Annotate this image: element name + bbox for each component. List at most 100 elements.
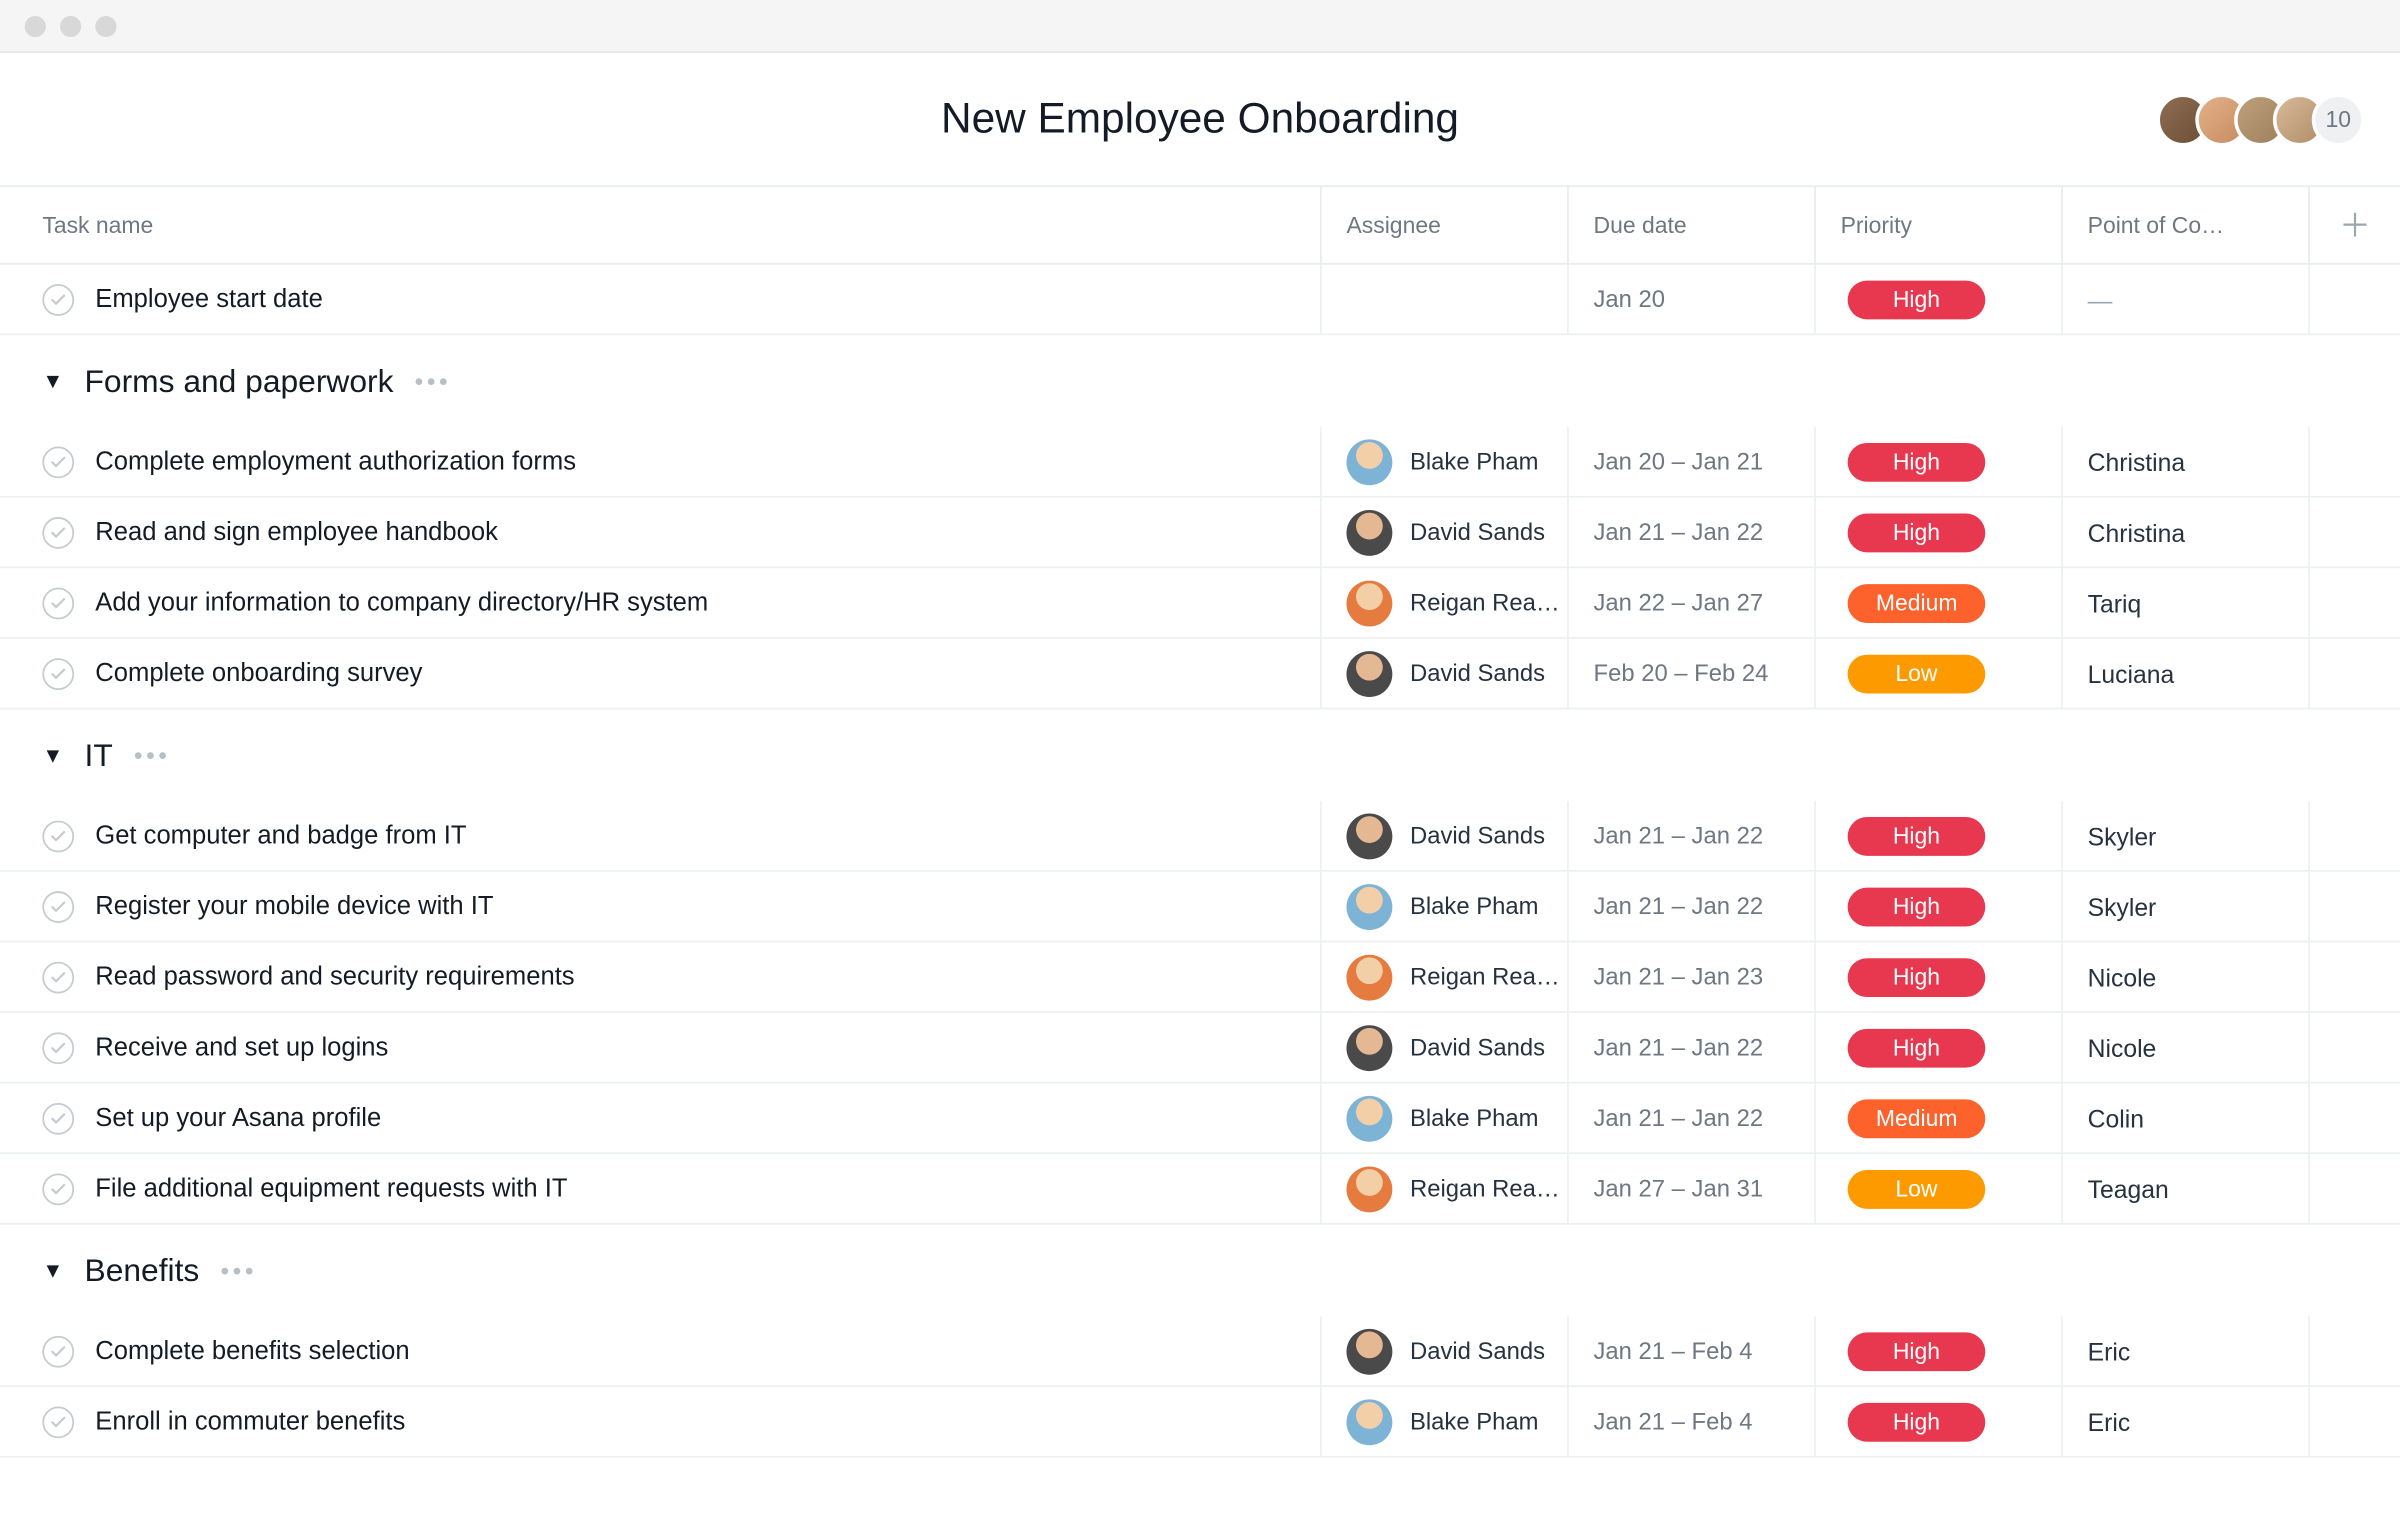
priority-pill-high[interactable]: High — [1848, 280, 1986, 319]
task-row[interactable]: Receive and set up logins David Sands Jan … — [0, 1013, 2400, 1084]
due-date-cell[interactable]: Jan 21 – Jan 22 — [1567, 1013, 1814, 1082]
contact-cell[interactable]: — — [2061, 265, 2308, 334]
assignee-cell[interactable]: David Sands — [1346, 1024, 1545, 1070]
priority-pill-high[interactable]: High — [1848, 1402, 1986, 1441]
complete-task-button[interactable] — [42, 820, 74, 852]
due-date-cell[interactable]: Jan 22 – Jan 27 — [1567, 568, 1814, 637]
contact-cell[interactable]: Eric — [2061, 1387, 2308, 1456]
complete-task-button[interactable] — [42, 1173, 74, 1205]
contact-cell[interactable]: Skyler — [2061, 872, 2308, 941]
chevron-down-icon[interactable]: ▼ — [42, 743, 63, 768]
due-date-cell[interactable]: Jan 20 — [1567, 265, 1814, 334]
contact-cell[interactable]: Luciana — [2061, 639, 2308, 708]
complete-task-button[interactable] — [42, 446, 74, 478]
priority-pill-high[interactable]: High — [1848, 887, 1986, 926]
task-row[interactable]: Set up your Asana profile Blake Pham Jan 2… — [0, 1084, 2400, 1155]
priority-pill-high[interactable]: High — [1848, 442, 1986, 481]
priority-pill-high[interactable]: High — [1848, 513, 1986, 552]
task-name[interactable]: Receive and set up logins — [95, 1033, 388, 1061]
task-name[interactable]: Register your mobile device with IT — [95, 892, 493, 920]
due-date-cell[interactable]: Feb 20 – Feb 24 — [1567, 639, 1814, 708]
due-date-cell[interactable]: Jan 27 – Jan 31 — [1567, 1154, 1814, 1223]
due-date-cell[interactable]: Jan 20 – Jan 21 — [1567, 427, 1814, 496]
due-date-cell[interactable]: Jan 21 – Feb 4 — [1567, 1387, 1814, 1456]
priority-pill-medium[interactable]: Medium — [1848, 583, 1986, 622]
column-contact[interactable]: Point of Co… — [2061, 187, 2308, 263]
task-name[interactable]: Get computer and badge from IT — [95, 821, 466, 849]
task-name[interactable]: Complete employment authorization forms — [95, 447, 576, 475]
assignee-cell[interactable]: David Sands — [1346, 509, 1545, 555]
due-date-cell[interactable]: Jan 21 – Jan 22 — [1567, 801, 1814, 870]
column-task-name[interactable]: Task name — [0, 187, 1320, 263]
task-name[interactable]: Complete onboarding survey — [95, 659, 422, 687]
contact-cell[interactable]: Christina — [2061, 427, 2308, 496]
contact-cell[interactable]: Nicole — [2061, 942, 2308, 1011]
assignee-cell[interactable]: David Sands — [1346, 813, 1545, 859]
complete-task-button[interactable] — [42, 1335, 74, 1367]
task-name[interactable]: Complete benefits selection — [95, 1337, 409, 1365]
project-members[interactable]: 10 — [2171, 93, 2365, 146]
contact-cell[interactable]: Teagan — [2061, 1154, 2308, 1223]
priority-pill-high[interactable]: High — [1848, 1028, 1986, 1067]
priority-pill-low[interactable]: Low — [1848, 654, 1986, 693]
traffic-light-close[interactable] — [25, 15, 46, 36]
task-row[interactable]: Employee start date Jan 20 High — — [0, 265, 2400, 336]
section-more-icon[interactable]: ••• — [134, 741, 171, 769]
task-row[interactable]: Complete onboarding survey David Sands Feb… — [0, 639, 2400, 710]
task-name[interactable]: Set up your Asana profile — [95, 1104, 381, 1132]
complete-task-button[interactable] — [42, 516, 74, 548]
traffic-light-zoom[interactable] — [95, 15, 116, 36]
contact-cell[interactable]: Tariq — [2061, 568, 2308, 637]
task-name[interactable]: Read and sign employee handbook — [95, 518, 498, 546]
member-overflow-count[interactable]: 10 — [2312, 93, 2365, 146]
complete-task-button[interactable] — [42, 283, 74, 315]
task-name[interactable]: Read password and security requirements — [95, 963, 574, 991]
complete-task-button[interactable] — [42, 1031, 74, 1063]
column-priority[interactable]: Priority — [1814, 187, 2061, 263]
priority-pill-low[interactable]: Low — [1848, 1169, 1986, 1208]
assignee-cell[interactable]: Blake Pham — [1346, 1399, 1538, 1445]
priority-pill-medium[interactable]: Medium — [1848, 1099, 1986, 1138]
assignee-cell[interactable]: Blake Pham — [1346, 1095, 1538, 1141]
priority-pill-high[interactable]: High — [1848, 1331, 1986, 1370]
chevron-down-icon[interactable]: ▼ — [42, 1258, 63, 1283]
due-date-cell[interactable]: Jan 21 – Jan 22 — [1567, 1084, 1814, 1153]
task-row[interactable]: Enroll in commuter benefits Blake Pham Jan… — [0, 1387, 2400, 1458]
column-due-date[interactable]: Due date — [1567, 187, 1814, 263]
complete-task-button[interactable] — [42, 587, 74, 619]
contact-cell[interactable]: Eric — [2061, 1316, 2308, 1385]
contact-cell[interactable]: Colin — [2061, 1084, 2308, 1153]
due-date-cell[interactable]: Jan 21 – Feb 4 — [1567, 1316, 1814, 1385]
task-row[interactable]: File additional equipment requests with … — [0, 1154, 2400, 1225]
task-name[interactable]: File additional equipment requests with … — [95, 1174, 567, 1202]
assignee-cell[interactable]: Reigan Rea… — [1346, 580, 1559, 626]
complete-task-button[interactable] — [42, 1102, 74, 1134]
due-date-cell[interactable]: Jan 21 – Jan 23 — [1567, 942, 1814, 1011]
project-title[interactable]: New Employee Onboarding — [941, 94, 1459, 143]
section-header[interactable]: ▼IT••• — [0, 709, 2400, 801]
assignee-cell[interactable]: Reigan Rea… — [1346, 954, 1559, 1000]
due-date-cell[interactable]: Jan 21 – Jan 22 — [1567, 498, 1814, 567]
assignee-cell[interactable]: Blake Pham — [1346, 883, 1538, 929]
priority-pill-high[interactable]: High — [1848, 957, 1986, 996]
task-row[interactable]: Read and sign employee handbook David San… — [0, 498, 2400, 569]
assignee-cell[interactable]: David Sands — [1346, 1328, 1545, 1374]
task-row[interactable]: Read password and security requirements R… — [0, 942, 2400, 1013]
traffic-light-minimize[interactable] — [60, 15, 81, 36]
add-column-button[interactable]: ＋ — [2308, 187, 2400, 263]
assignee-cell[interactable]: Blake Pham — [1346, 439, 1538, 485]
task-name[interactable]: Enroll in commuter benefits — [95, 1407, 405, 1435]
assignee-cell[interactable]: Reigan Rea… — [1346, 1166, 1559, 1212]
due-date-cell[interactable]: Jan 21 – Jan 22 — [1567, 872, 1814, 941]
complete-task-button[interactable] — [42, 657, 74, 689]
section-header[interactable]: ▼Benefits••• — [0, 1225, 2400, 1317]
task-row[interactable]: Get computer and badge from IT David Sand… — [0, 801, 2400, 872]
complete-task-button[interactable] — [42, 890, 74, 922]
task-row[interactable]: Complete employment authorization forms B… — [0, 427, 2400, 498]
task-name[interactable]: Employee start date — [95, 285, 323, 313]
task-row[interactable]: Add your information to company director… — [0, 568, 2400, 639]
assignee-cell[interactable]: David Sands — [1346, 650, 1545, 696]
task-row[interactable]: Register your mobile device with IT Blake… — [0, 872, 2400, 943]
section-header[interactable]: ▼Forms and paperwork••• — [0, 335, 2400, 427]
contact-cell[interactable]: Nicole — [2061, 1013, 2308, 1082]
